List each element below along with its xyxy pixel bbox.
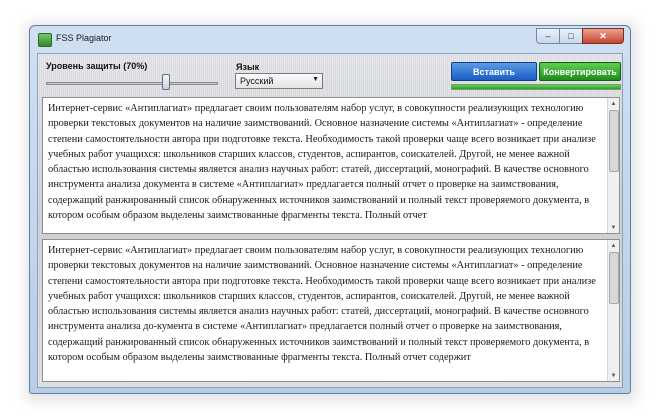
convert-button-label: Конвертировать <box>543 66 617 77</box>
scroll-down-icon[interactable]: ▼ <box>608 222 619 233</box>
slider-thumb[interactable] <box>162 74 171 90</box>
title-bar[interactable]: FSS Plagiator – □ ✕ <box>30 26 630 52</box>
maximize-button[interactable]: □ <box>559 28 583 44</box>
slider-track <box>46 82 218 85</box>
scroll-up-icon[interactable]: ▲ <box>608 240 619 251</box>
minimize-icon: – <box>545 31 551 41</box>
app-window: FSS Plagiator – □ ✕ Уровень защиты (70%)… <box>29 25 631 394</box>
maximize-icon: □ <box>568 31 574 41</box>
input-text[interactable]: Интернет-сервис «Антиплагиат» предлагает… <box>48 101 604 223</box>
output-text-area[interactable]: Интернет-сервис «Антиплагиат» предлагает… <box>42 239 620 382</box>
protection-level-label: Уровень защиты (70%) <box>46 61 148 71</box>
chevron-down-icon: ▼ <box>312 76 319 83</box>
window-title: FSS Plagiator <box>56 33 112 43</box>
progress-bar <box>451 84 621 90</box>
minimize-button[interactable]: – <box>536 28 560 44</box>
scroll-thumb[interactable] <box>609 252 619 304</box>
input-text-area[interactable]: Интернет-сервис «Антиплагиат» предлагает… <box>42 97 620 234</box>
client-area: Уровень защиты (70%) Язык Русский ▼ Вста… <box>37 53 623 388</box>
window-controls: – □ ✕ <box>536 28 624 44</box>
scroll-down-icon[interactable]: ▼ <box>608 370 619 381</box>
scroll-thumb[interactable] <box>609 110 619 172</box>
close-icon: ✕ <box>599 30 607 41</box>
scroll-up-icon[interactable]: ▲ <box>608 98 619 109</box>
input-scrollbar[interactable]: ▲ ▼ <box>607 98 619 233</box>
close-button[interactable]: ✕ <box>582 28 624 44</box>
output-scrollbar[interactable]: ▲ ▼ <box>607 240 619 381</box>
convert-button[interactable]: Конвертировать <box>539 62 621 81</box>
protection-slider[interactable] <box>46 74 218 92</box>
output-text[interactable]: Интернет-сервис «Антиплагиат» предлагает… <box>48 243 604 365</box>
insert-button-label: Вставить <box>473 66 515 77</box>
progress-fill <box>452 85 620 89</box>
language-label: Язык <box>236 62 260 72</box>
language-value: Русский <box>240 76 274 86</box>
app-icon <box>38 33 52 47</box>
insert-button[interactable]: Вставить <box>451 62 537 81</box>
language-select[interactable]: Русский ▼ <box>235 73 323 89</box>
